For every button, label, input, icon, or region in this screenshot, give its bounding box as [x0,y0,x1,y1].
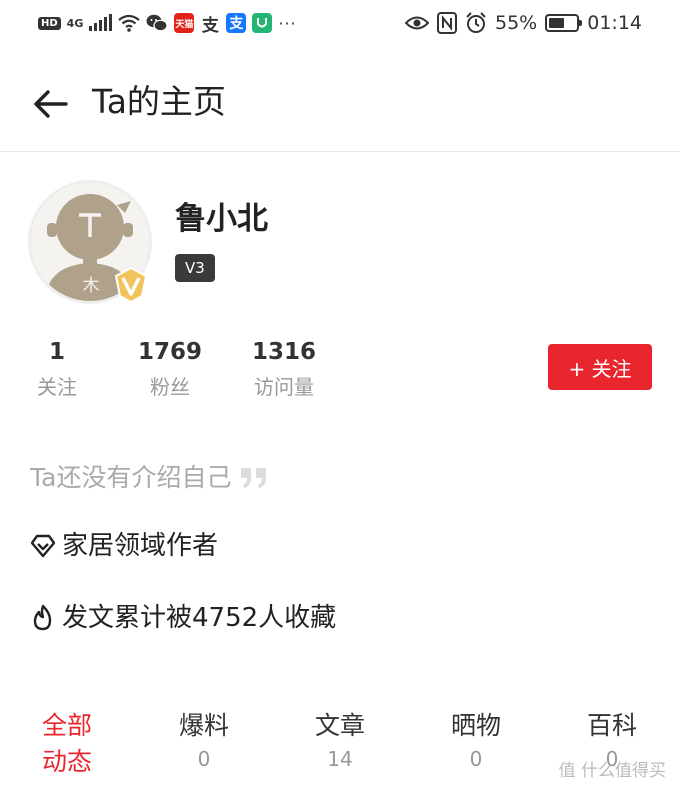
stat-label: 关注 [37,375,77,399]
stat-value: 1316 [251,339,316,365]
stat-label: 访问量 [254,375,314,399]
stat-value: 1 [48,339,65,365]
signal-icon [89,14,113,31]
tab-showcase[interactable]: 晒物 0 [442,708,510,774]
flame-icon [33,604,52,631]
alipay-icon: 支 [226,13,247,33]
wechat-icon [146,14,168,32]
app-header: Ta的主页 [0,56,680,152]
tab-label: 文章 [314,711,365,740]
watermark-text: 值 什么值得买 [558,761,666,781]
more-notifications: ··· [278,13,297,33]
network-type: 4G [66,16,84,30]
tab-label: 晒物 [450,711,501,740]
tab-label: 全部 [42,711,93,740]
status-bar: HD 4G 天猫 支 支 ··· 55% 01:14 [0,0,680,48]
info-row-domain: 家居领域作者 [30,526,218,566]
watermark: 值 什么值得买 [559,756,666,781]
security-icon [252,13,273,33]
tab-label: 爆料 [178,711,229,740]
status-bar-left: HD 4G 天猫 支 支 ··· [38,10,297,36]
tab-all[interactable]: 全部 动态 [42,708,102,780]
stat-following[interactable]: 1 关注 [30,336,84,404]
nfc-icon [437,12,457,34]
alarm-icon [466,12,486,33]
username: 鲁小北 [175,201,268,237]
intro-text: Ta还没有介绍自己 [30,463,232,492]
intro: Ta还没有介绍自己 [30,458,269,498]
wifi-icon [118,14,141,32]
stat-label: 粉丝 [150,375,190,399]
tab-count: 0 [197,747,211,771]
info-row-text: 家居领域作者 [62,531,219,561]
eye-icon [405,16,429,30]
tab-label: 动态 [42,747,93,776]
tab-label: 百科 [586,711,637,740]
info-row-text: 发文累计被4752人收藏 [62,603,337,633]
tmall-icon: 天猫 [174,13,195,33]
avatar-char: 木 [83,276,100,296]
stat-followers[interactable]: 1769 粉丝 [136,336,204,404]
verified-v-icon [114,266,148,304]
back-arrow-icon[interactable] [30,84,70,124]
status-bar-right: 55% 01:14 [405,10,642,36]
info-row-favorites: 发文累计被4752人收藏 [30,598,336,638]
alipay-icon: 支 [200,13,221,36]
stat-visits[interactable]: 1316 访问量 [248,336,320,404]
tab-deals[interactable]: 爆料 0 [170,708,238,774]
stat-value: 1769 [137,339,202,365]
hd-indicator: HD [38,16,61,30]
follow-button[interactable]: + 关注 [548,344,652,390]
tab-articles[interactable]: 文章 14 [306,708,374,774]
quote-icon [241,468,267,488]
level-badge: V3 [175,254,215,282]
battery-percent: 55% [495,12,538,34]
clock: 01:14 [587,12,642,34]
diamond-icon [30,534,56,558]
page-title: Ta的主页 [92,82,226,121]
battery-icon [545,14,583,32]
tab-count: 14 [327,747,353,771]
tab-count: 0 [469,747,483,771]
